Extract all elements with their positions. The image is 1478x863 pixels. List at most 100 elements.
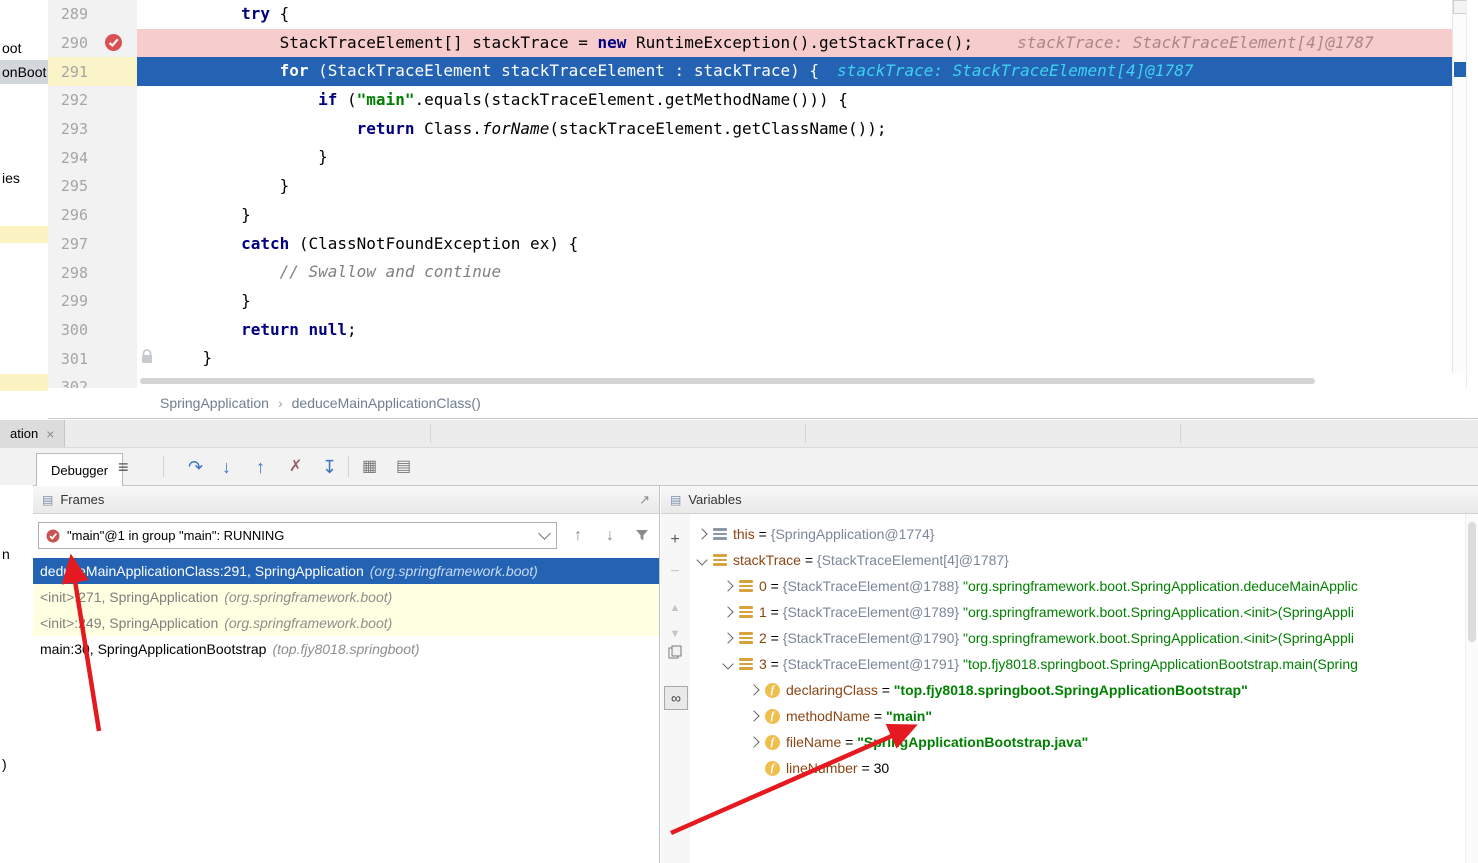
tree-chevron-right-icon[interactable] — [720, 634, 736, 642]
frames-list: deduceMainApplicationClass:291, SpringAp… — [33, 558, 659, 863]
gutter-line[interactable]: 298 — [48, 258, 137, 287]
tree-chevron-right-icon[interactable] — [694, 530, 710, 538]
line-number[interactable]: 301 — [61, 350, 88, 368]
code-line[interactable]: } — [137, 201, 1452, 230]
variable-row[interactable]: 3 = {StackTraceElement@1791} "top.fjy801… — [690, 651, 1466, 677]
gutter-line[interactable]: 296 — [48, 201, 137, 230]
gutter-line[interactable]: 297 — [48, 230, 137, 259]
layout-settings-icon[interactable]: ▤ — [396, 459, 411, 475]
variable-row[interactable]: 2 = {StackTraceElement@1790} "org.spring… — [690, 625, 1466, 651]
gutter-line[interactable]: 289 — [48, 0, 137, 29]
code-line[interactable]: StackTraceElement[] stackTrace = new Run… — [137, 29, 1452, 58]
move-down-icon[interactable]: ▼ — [661, 624, 689, 644]
line-number[interactable]: 300 — [61, 321, 88, 339]
line-number[interactable]: 294 — [61, 149, 88, 167]
gutter-line[interactable]: 293 — [48, 115, 137, 144]
scrollbar-thumb[interactable] — [1454, 62, 1466, 77]
step-out-icon[interactable]: ↑ — [256, 458, 265, 476]
code-line[interactable]: if ("main".equals(stackTraceElement.getM… — [137, 86, 1452, 115]
breadcrumb-class[interactable]: SpringApplication — [160, 395, 269, 411]
editor-vertical-scrollbar[interactable] — [1452, 0, 1467, 373]
tree-chevron-right-icon[interactable] — [746, 712, 762, 720]
frame-row[interactable]: <init>:249, SpringApplication(org.spring… — [33, 610, 659, 636]
move-up-icon[interactable]: ▲ — [661, 598, 689, 618]
code-line[interactable]: } — [137, 287, 1452, 316]
variable-row[interactable]: 1 = {StackTraceElement@1789} "org.spring… — [690, 599, 1466, 625]
project-tree-item[interactable]: oot — [0, 36, 48, 60]
tab-debugger[interactable]: Debugger — [36, 453, 123, 486]
tree-chevron-down-icon[interactable] — [694, 556, 710, 564]
drop-frame-icon[interactable]: ✗ — [289, 459, 302, 475]
variables-tree: this = {SpringApplication@1774}stackTrac… — [690, 514, 1466, 863]
run-to-cursor-icon[interactable]: ↧ — [322, 458, 337, 476]
gutter-line[interactable]: 294 — [48, 143, 137, 172]
add-watch-icon[interactable]: + — [661, 530, 689, 550]
next-frame-icon[interactable]: ↓ — [596, 522, 624, 549]
line-number[interactable]: 290 — [61, 34, 88, 52]
editor-horizontal-scrollbar[interactable] — [137, 373, 1452, 388]
gutter-line[interactable]: 290 — [48, 29, 137, 58]
line-number[interactable]: 293 — [61, 120, 88, 138]
variable-row[interactable]: this = {SpringApplication@1774} — [690, 521, 1466, 547]
code-line[interactable]: } — [137, 344, 1452, 373]
breadcrumb-method[interactable]: deduceMainApplicationClass() — [292, 395, 481, 411]
line-number[interactable]: 292 — [61, 91, 88, 109]
project-tree-item[interactable]: ies — [0, 166, 48, 190]
variable-row[interactable]: ffileName = "SpringApplicationBootstrap.… — [690, 729, 1466, 755]
tree-chevron-right-icon[interactable] — [746, 686, 762, 694]
menu-icon[interactable]: ≡ — [118, 458, 129, 476]
code-line[interactable]: try { — [137, 0, 1452, 29]
previous-frame-icon[interactable]: ↑ — [564, 522, 592, 549]
variable-row[interactable]: fdeclaringClass = "top.fjy8018.springboo… — [690, 677, 1466, 703]
step-into-icon[interactable]: ↓ — [222, 458, 231, 476]
frame-row[interactable]: main:30, SpringApplicationBootstrap(top.… — [33, 636, 659, 662]
variable-row[interactable]: flineNumber = 30 — [690, 755, 1466, 781]
code-line[interactable]: } — [137, 172, 1452, 201]
remove-watch-icon[interactable]: − — [661, 562, 689, 582]
line-number[interactable]: 299 — [61, 292, 88, 310]
gutter-line[interactable]: 301 — [48, 344, 137, 373]
popup-frames-icon[interactable]: ↗ — [639, 492, 650, 508]
line-number[interactable]: 297 — [61, 235, 88, 253]
frame-row[interactable]: <init>:271, SpringApplication(org.spring… — [33, 584, 659, 610]
tabbar-divider — [430, 424, 431, 443]
gutter-line[interactable]: 300 — [48, 316, 137, 345]
gutter-line[interactable]: 292 — [48, 86, 137, 115]
line-number[interactable]: 291 — [61, 63, 88, 81]
code-line[interactable]: } — [137, 143, 1452, 172]
code-line[interactable]: return Class.forName(stackTraceElement.g… — [137, 115, 1452, 144]
tree-chevron-right-icon[interactable] — [720, 582, 736, 590]
code-line[interactable]: // Swallow and continue — [137, 258, 1452, 287]
variable-row[interactable]: fmethodName = "main" — [690, 703, 1466, 729]
variables-scrollbar-thumb[interactable] — [1468, 522, 1476, 642]
code-editor[interactable]: try { StackTraceElement[] stackTrace = n… — [137, 0, 1452, 373]
thread-selector[interactable]: "main"@1 in group "main": RUNNING — [38, 522, 557, 549]
view-as-table-icon[interactable]: ▦ — [362, 459, 377, 475]
gutter-line[interactable]: 291 — [48, 57, 137, 86]
filter-frames-icon[interactable] — [628, 522, 656, 549]
tree-chevron-right-icon[interactable] — [746, 738, 762, 746]
line-number[interactable]: 296 — [61, 206, 88, 224]
frame-row[interactable]: deduceMainApplicationClass:291, SpringAp… — [33, 558, 659, 584]
code-line[interactable]: return null; — [137, 316, 1452, 345]
code-line[interactable]: for (StackTraceElement stackTraceElement… — [137, 57, 1452, 86]
duplicate-icon[interactable] — [661, 645, 689, 665]
code-line[interactable]: catch (ClassNotFoundException ex) { — [137, 230, 1452, 259]
line-number[interactable]: 298 — [61, 264, 88, 282]
variable-row[interactable]: stackTrace = {StackTraceElement[4]@1787} — [690, 547, 1466, 573]
hscrollbar-thumb[interactable] — [140, 378, 1315, 384]
line-number[interactable]: 295 — [61, 177, 88, 195]
tree-chevron-right-icon[interactable] — [720, 608, 736, 616]
line-number[interactable]: 289 — [61, 5, 88, 23]
tree-chevron-down-icon[interactable] — [720, 660, 736, 668]
breakpoint-icon[interactable] — [104, 33, 123, 52]
run-config-tab[interactable]: ation × — [0, 420, 65, 447]
close-tab-icon[interactable]: × — [46, 426, 54, 442]
variables-scrollbar[interactable] — [1465, 514, 1478, 863]
gutter-line[interactable]: 299 — [48, 287, 137, 316]
gutter-line[interactable]: 295 — [48, 172, 137, 201]
variable-row[interactable]: 0 = {StackTraceElement@1788} "org.spring… — [690, 573, 1466, 599]
mute-renderers-icon[interactable]: ∞ — [664, 686, 688, 710]
project-tree-item[interactable]: onBoot — [0, 60, 48, 84]
step-over-icon[interactable]: ↷ — [188, 458, 203, 476]
